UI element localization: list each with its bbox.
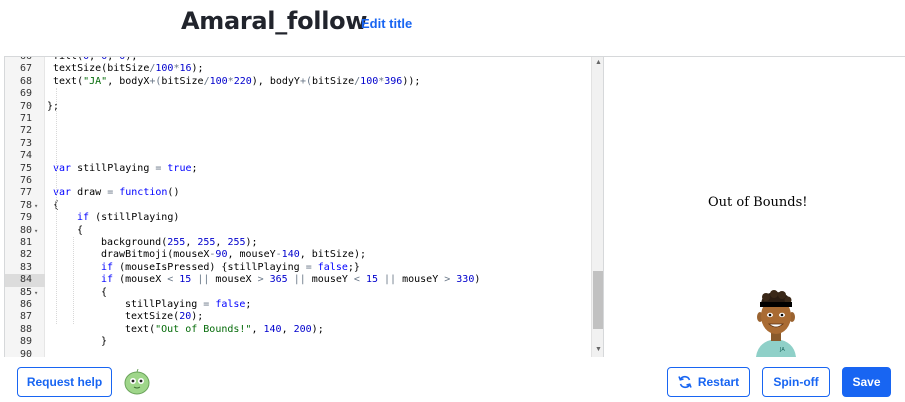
line-number: 78 (20, 199, 33, 211)
code-line[interactable]: 68 text("JA", bodyX+(bitSize/100*220), bo… (5, 76, 591, 88)
code-text: textSize(20); (125, 311, 204, 323)
workspace: 66fill(0, 0, 0);67textSize(bitSize/100*1… (4, 56, 905, 357)
code-text: text("Out of Bounds!", 140, 200); (125, 323, 324, 335)
bitmoji-shirt-text: JA (779, 347, 785, 353)
code-text: stillPlaying = false; (125, 299, 252, 310)
code-text: if (stillPlaying) (77, 212, 180, 224)
refresh-icon (678, 375, 692, 389)
line-number: 84 (5, 274, 45, 287)
fold-arrow-icon[interactable]: ▾ (34, 200, 38, 212)
code-line[interactable]: 87 textSize(20); (5, 311, 591, 323)
restart-button[interactable]: Restart (667, 367, 750, 397)
code-line[interactable]: 67 textSize(bitSize/100*16); (5, 63, 591, 75)
code-text: { (77, 224, 84, 236)
line-number: 70 (20, 100, 33, 112)
code-line[interactable]: 86 stillPlaying = false; (5, 299, 591, 311)
avatar-icon[interactable] (123, 369, 151, 395)
line-number: 80 (20, 224, 33, 236)
line-number: 85 (20, 286, 33, 298)
code-line[interactable]: 85 ▾ { (5, 287, 591, 299)
indent-guide (56, 88, 57, 324)
save-button[interactable]: Save (842, 367, 891, 397)
restart-label: Restart (697, 375, 740, 389)
line-number: 69 (20, 88, 33, 100)
code-line[interactable]: 70}; (5, 101, 591, 113)
code-text: drawBitmoji(mouseX-90, mouseY-140, bitSi… (101, 249, 366, 261)
bitmoji-character: JA (756, 290, 796, 357)
line-number: 68 (20, 75, 33, 87)
code-line[interactable]: 72 (5, 125, 591, 137)
code-text: text("JA", bodyX+(bitSize/100*220), body… (53, 75, 421, 87)
code-line[interactable]: 75 var stillPlaying = true; (5, 163, 591, 175)
code-editor[interactable]: 66fill(0, 0, 0);67textSize(bitSize/100*1… (4, 57, 604, 357)
page-title: Amaral_follow (181, 7, 368, 35)
editor-scrollbar[interactable]: ▲ ▼ (591, 57, 603, 357)
code-text: background(255, 255, 255); (101, 237, 258, 248)
line-number: 81 (20, 237, 33, 248)
code-line[interactable]: 83 if (mouseIsPressed) {stillPlaying = fa… (5, 262, 591, 274)
line-number: 79 (20, 212, 33, 224)
edit-title-link[interactable]: Edit title (361, 16, 412, 31)
line-number: 71 (20, 113, 33, 124)
line-number: 73 (20, 137, 33, 149)
code-line[interactable]: 82 drawBitmoji(mouseX-90, mouseY-140, bit… (5, 249, 591, 261)
line-number: 75 (20, 162, 33, 174)
line-number: 88 (20, 323, 33, 335)
code-text: var draw = function() (53, 187, 180, 199)
code-line[interactable]: 76 (5, 175, 591, 187)
code-text: }; (47, 100, 60, 112)
code-line[interactable]: 80 ▾ { (5, 225, 591, 237)
line-number: 77 (20, 187, 33, 199)
line-number: 87 (20, 311, 33, 323)
title-bar: Amaral_follow Edit title (0, 0, 905, 56)
scrollbar-thumb[interactable] (593, 271, 603, 329)
code-line[interactable]: 84 if (mouseX < 15 || mouseX > 365 || mou… (5, 274, 591, 287)
code-text: } (101, 336, 108, 348)
code-line[interactable]: 71 (5, 113, 591, 125)
code-line[interactable]: 77 var draw = function() (5, 187, 591, 199)
line-number: 90 (20, 348, 33, 357)
line-number: 86 (20, 299, 33, 310)
indent-guide (73, 237, 74, 324)
fold-arrow-icon[interactable]: ▾ (34, 225, 38, 237)
line-number: 74 (20, 150, 33, 162)
output-canvas[interactable]: Out of Bounds! JA (604, 57, 905, 357)
canvas-output-text: Out of Bounds! (708, 195, 808, 210)
line-number: 82 (20, 249, 33, 261)
code-text: textSize(bitSize/100*16); (53, 63, 204, 75)
code-line[interactable]: 81 background(255, 255, 255); (5, 237, 591, 249)
scroll-down-icon[interactable]: ▼ (595, 346, 602, 353)
line-number: 89 (20, 336, 33, 348)
fold-arrow-icon[interactable]: ▾ (34, 287, 38, 299)
line-number: 83 (20, 261, 33, 273)
code-line[interactable]: 88 text("Out of Bounds!", 140, 200); (5, 324, 591, 336)
code-line[interactable]: 78 ▾{ (5, 200, 591, 212)
code-line[interactable]: 73 (5, 138, 591, 150)
code-text: if (mouseIsPressed) {stillPlaying = fals… (101, 261, 360, 273)
scroll-up-icon[interactable]: ▲ (595, 59, 602, 66)
request-help-button[interactable]: Request help (17, 367, 112, 397)
code-line[interactable]: 79 if (stillPlaying) (5, 212, 591, 224)
code-line[interactable]: 74 (5, 150, 591, 162)
footer-bar: Request help Restart Spin-off Save (0, 358, 905, 402)
code-line[interactable]: 89} (5, 336, 591, 348)
code-text: if (mouseX < 15 || mouseX > 365 || mouse… (101, 274, 481, 286)
code-line[interactable]: 69 (5, 88, 591, 100)
code-text: { (101, 286, 108, 298)
code-area[interactable]: 66fill(0, 0, 0);67textSize(bitSize/100*1… (5, 57, 591, 357)
spin-off-button[interactable]: Spin-off (762, 367, 830, 397)
line-number: 76 (20, 175, 33, 186)
code-text: var stillPlaying = true; (53, 162, 198, 174)
code-line[interactable]: 90 (5, 349, 591, 357)
line-number: 72 (20, 125, 33, 137)
line-number: 67 (20, 63, 33, 75)
